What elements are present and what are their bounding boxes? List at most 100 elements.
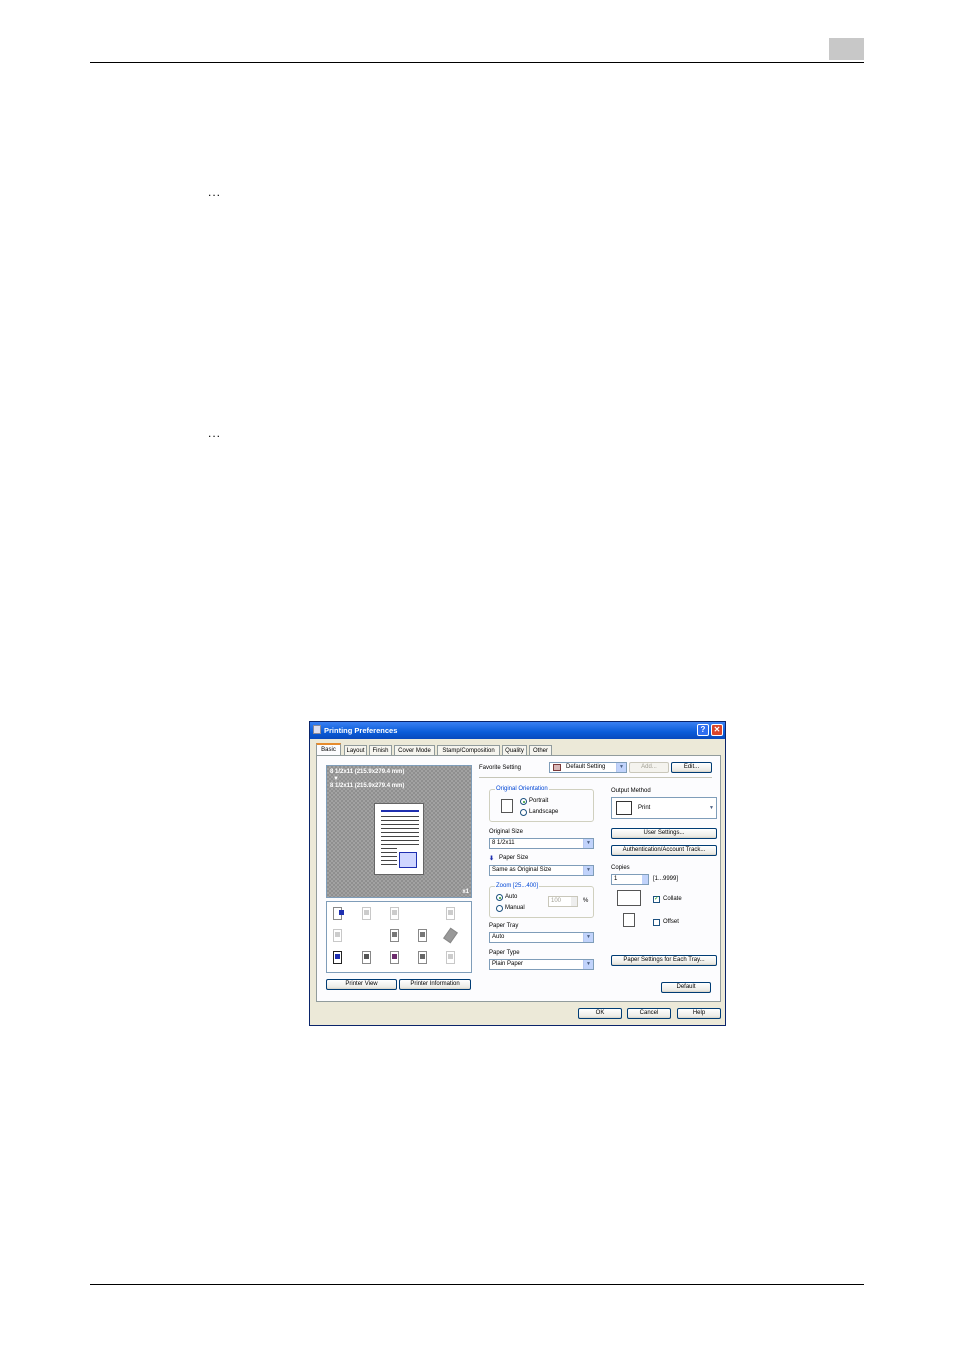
edit-favorite-button[interactable]: Edit... <box>671 762 712 773</box>
collate-icon <box>617 890 641 906</box>
staple-icon[interactable] <box>444 906 458 922</box>
layout-icon[interactable] <box>360 906 374 922</box>
favorite-icon <box>553 764 561 771</box>
paper-type-label: Paper Type <box>489 950 520 956</box>
secure-print-icon[interactable] <box>360 950 374 966</box>
paper-tray-value: Auto <box>492 934 505 940</box>
favorite-setting-value: Default Setting <box>566 764 606 770</box>
combine-icon[interactable] <box>388 906 402 922</box>
help-button[interactable]: Help <box>677 1008 721 1019</box>
bullet-dots: ... <box>208 185 222 199</box>
paper-settings-each-tray-button[interactable]: Paper Settings for Each Tray... <box>611 955 717 966</box>
output-method-value: Print <box>638 805 651 811</box>
preview-paper-image <box>374 803 424 875</box>
proof-print-icon[interactable] <box>331 950 345 966</box>
favorite-setting-select[interactable]: Default Setting ▼ <box>549 762 627 773</box>
ok-button[interactable]: OK <box>578 1008 622 1019</box>
zoom-group: Zoom [25...400] Auto Manual 100 % <box>489 883 594 918</box>
page-marker-tab <box>829 38 864 60</box>
zoom-manual-label: Manual <box>505 905 525 911</box>
preview-paper-size: 8 1/2x11 (215.9x279.4 mm) <box>330 783 405 789</box>
collate-checkbox[interactable]: ✓ <box>653 896 660 903</box>
preview-scale: x1 <box>462 889 469 895</box>
zoom-auto-radio[interactable] <box>496 894 503 901</box>
user-box-icon[interactable] <box>388 950 402 966</box>
paper-tray-select[interactable]: Auto ▼ <box>489 932 594 943</box>
offset-checkbox[interactable] <box>653 919 660 926</box>
chevron-down-icon: ▼ <box>583 866 593 875</box>
authentication-account-track-button[interactable]: Authentication/Account Track... <box>611 845 717 856</box>
output-method-label: Output Method <box>611 788 651 794</box>
original-size-value: 8 1/2x11 <box>492 840 515 846</box>
paper-size-arrow-icon: ⬇ <box>489 856 495 862</box>
tab-quality[interactable]: Quality <box>502 745 527 755</box>
original-size-select[interactable]: 8 1/2x11 ▼ <box>489 838 594 849</box>
preview-original-size: 8 1/2x11 (215.9x279.4 mm) <box>330 769 405 775</box>
grid-overlay-icon <box>399 852 417 868</box>
paper-size-select[interactable]: Same as Original Size ▼ <box>489 865 594 876</box>
portrait-label: Portrait <box>529 798 549 804</box>
basic-tab-panel: 8 1/2x11 (215.9x279.4 mm) ▼ 8 1/2x11 (21… <box>316 755 721 1002</box>
header-rule <box>90 62 864 63</box>
chevron-down-icon: ▼ <box>616 763 626 772</box>
chevron-down-icon: ▼ <box>583 933 593 942</box>
original-orientation-group: Original Orientation Portrait Landscape <box>489 786 594 822</box>
output-method-select[interactable]: Print ▼ <box>611 797 717 819</box>
chevron-down-icon: ▼ <box>583 960 593 969</box>
zoom-auto-label: Auto <box>505 894 518 900</box>
printer-information-button[interactable]: Printer Information <box>399 979 471 990</box>
printer-view-button[interactable]: Printer View <box>326 979 397 990</box>
chevron-down-icon: ▼ <box>583 839 593 848</box>
preview-arrow: ▼ <box>333 776 339 782</box>
user-settings-button[interactable]: User Settings... <box>611 828 717 839</box>
portrait-radio[interactable] <box>520 798 527 805</box>
tab-layout[interactable]: Layout <box>344 745 367 755</box>
spin-arrows-icon <box>642 875 648 884</box>
portrait-page-icon <box>501 799 513 813</box>
zoom-value: 100 <box>551 898 562 904</box>
copies-spinner[interactable]: 1 <box>611 874 649 885</box>
landscape-radio[interactable] <box>520 809 527 816</box>
paper-type-value: Plain Paper <box>492 961 524 967</box>
print-output-icon <box>616 801 632 815</box>
cancel-button[interactable]: Cancel <box>627 1008 671 1019</box>
paper-tray-label: Paper Tray <box>489 923 519 929</box>
page-preview: 8 1/2x11 (215.9x279.4 mm) ▼ 8 1/2x11 (21… <box>326 765 472 898</box>
copies-label: Copies <box>611 865 630 871</box>
paper-type-select[interactable]: Plain Paper ▼ <box>489 959 594 970</box>
offset-label: Offset <box>663 919 679 925</box>
dialog-titlebar: Printing Preferences ? ✕ <box>310 722 725 739</box>
help-title-button[interactable]: ? <box>697 724 709 736</box>
add-favorite-button[interactable]: Add... <box>629 762 669 773</box>
landscape-label: Landscape <box>529 809 559 815</box>
print-icon[interactable] <box>331 906 351 922</box>
original-size-label: Original Size <box>489 829 524 835</box>
default-button[interactable]: Default <box>661 982 711 993</box>
printer-icon <box>313 725 321 734</box>
zoom-manual-radio[interactable] <box>496 905 503 912</box>
tab-other[interactable]: Other <box>529 745 552 755</box>
tab-finish[interactable]: Finish <box>369 745 392 755</box>
edit-icon[interactable] <box>416 950 430 966</box>
spin-arrows-icon <box>571 897 577 906</box>
tab-stamp-composition[interactable]: Stamp/Composition <box>437 745 500 755</box>
overlay-icon[interactable] <box>444 950 458 966</box>
printing-preferences-dialog: Printing Preferences ? ✕ Basic Layout Fi… <box>309 721 726 1026</box>
original-orientation-title: Original Orientation <box>495 786 549 793</box>
copies-range: [1...9999] <box>653 876 679 882</box>
footer-rule <box>90 1284 864 1285</box>
close-button[interactable]: ✕ <box>711 724 723 736</box>
chevron-down-icon: ▼ <box>707 798 716 818</box>
paper-size-value: Same as Original Size <box>492 867 552 873</box>
bullet-dots: ... <box>208 426 222 440</box>
duplex-icon[interactable] <box>331 928 345 944</box>
copies-value: 1 <box>614 876 618 882</box>
offset-icon <box>623 913 635 927</box>
fold-icon[interactable] <box>443 927 458 944</box>
zoom-value-spinner[interactable]: 100 <box>548 896 578 907</box>
orientation-icon[interactable] <box>388 928 402 944</box>
tab-cover-mode[interactable]: Cover Mode <box>394 745 435 755</box>
booklet-icon[interactable] <box>416 928 430 944</box>
zoom-unit: % <box>583 898 589 904</box>
zoom-title: Zoom [25...400] <box>495 883 540 890</box>
